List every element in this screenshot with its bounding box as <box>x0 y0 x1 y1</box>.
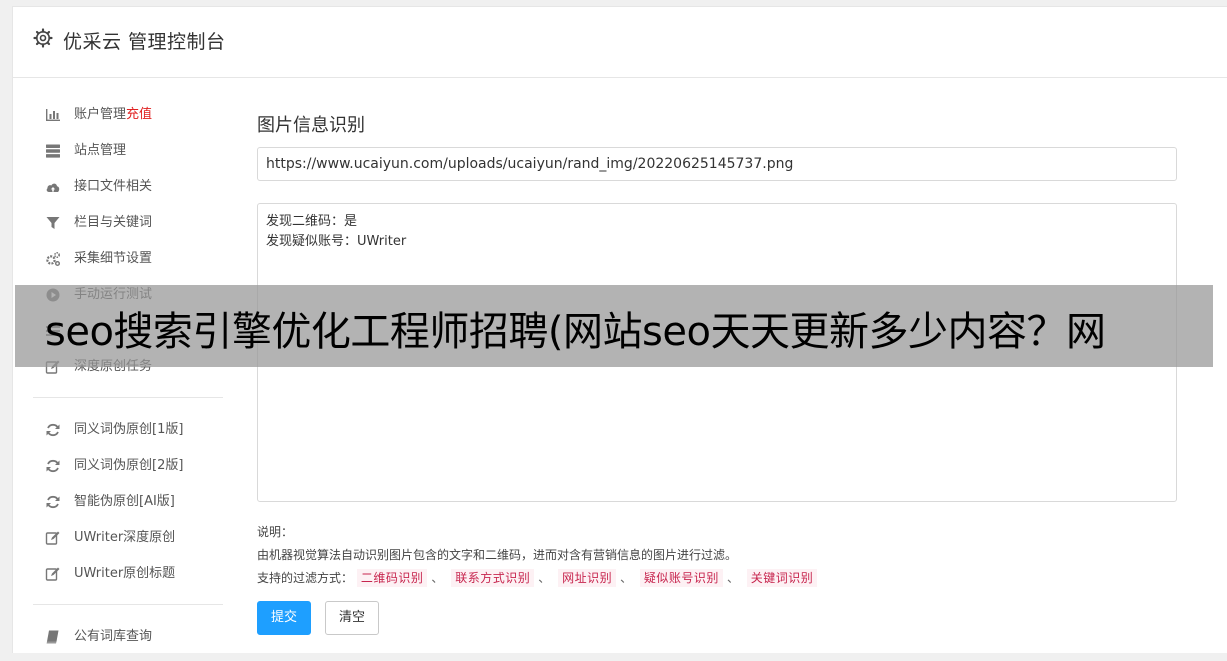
recharge-link[interactable]: 充值 <box>126 103 152 127</box>
sidebar-divider <box>33 604 223 605</box>
refresh-icon <box>45 494 61 510</box>
sidebar-item-label: UWriter原创标题 <box>74 566 176 581</box>
sidebar: 账户管理充值站点管理接口文件相关栏目与关键词采集细节设置手动运行测试深度原创任务… <box>33 103 223 661</box>
filter-tag: 二维码识别 <box>356 569 428 587</box>
result-line: 发现疑似账号：UWriter <box>266 234 407 249</box>
filter-icon <box>45 215 61 231</box>
sidebar-item[interactable]: 栏目与关键词 <box>33 211 223 247</box>
sidebar-item-label: UWriter深度原创 <box>74 530 176 545</box>
result-line: 发现二维码：是 <box>266 214 358 229</box>
gear-icon <box>33 28 53 48</box>
filter-list: 支持的过滤方式： 二维码识别、 联系方式识别、 网址识别、 疑似账号识别、 关键… <box>257 567 818 590</box>
sidebar-item-label: 智能伪原创[AI版] <box>74 494 175 509</box>
sidebar-item-label: 同义词伪原创[1版] <box>74 422 184 437</box>
separator: 、 <box>620 571 633 585</box>
edit-icon <box>45 566 61 582</box>
sidebar-item-label: 站点管理 <box>74 143 127 158</box>
image-url-input[interactable]: https://www.ucaiyun.com/uploads/ucaiyun/… <box>257 147 1177 181</box>
note-desc: 由机器视觉算法自动识别图片包含的文字和二维码，进而对含有营销信息的图片进行过滤。 <box>257 548 738 562</box>
server-icon <box>45 143 61 159</box>
sidebar-item[interactable]: 智能伪原创[AI版] <box>33 490 223 526</box>
edit-icon <box>45 530 61 546</box>
overlay-banner: seo搜索引擎优化工程师招聘(网站seo天天更新多少内容？网 <box>15 285 1213 367</box>
banner-text: seo搜索引擎优化工程师招聘(网站seo天天更新多少内容？网 <box>45 309 1106 355</box>
filter-tag: 网址识别 <box>558 569 617 587</box>
gears-icon <box>45 251 61 267</box>
separator: 、 <box>726 571 739 585</box>
sidebar-item-label: 接口文件相关 <box>74 179 153 194</box>
sidebar-item-label: 公有词库查询 <box>74 629 153 644</box>
description: 说明： 由机器视觉算法自动识别图片包含的文字和二维码，进而对含有营销信息的图片进… <box>257 521 818 590</box>
sidebar-item-label: 账户管理 <box>74 107 127 122</box>
sidebar-item[interactable]: UWriter深度原创 <box>33 526 223 562</box>
page-title: 优采云 管理控制台 <box>63 31 226 53</box>
sidebar-item[interactable]: 采集细节设置 <box>33 247 223 283</box>
submit-button[interactable]: 提交 <box>257 601 311 635</box>
clear-button[interactable]: 清空 <box>325 601 379 635</box>
cloud-upload-icon <box>45 179 61 195</box>
sidebar-item[interactable]: 站点管理 <box>33 139 223 175</box>
sidebar-item[interactable]: 账户管理 充值 <box>33 103 223 139</box>
separator: 、 <box>538 571 551 585</box>
sidebar-item-label: 采集细节设置 <box>74 251 153 266</box>
sidebar-item-label: 栏目与关键词 <box>74 215 153 230</box>
sidebar-item[interactable]: 公有词库查询 <box>33 625 223 661</box>
sidebar-item[interactable]: 同义词伪原创[2版] <box>33 454 223 490</box>
bar-chart-icon <box>45 107 61 123</box>
header: 优采云 管理控制台 <box>13 7 1227 78</box>
sidebar-item[interactable]: 同义词伪原创[1版] <box>33 418 223 454</box>
note-title: 说明： <box>257 525 294 539</box>
separator: 、 <box>431 571 444 585</box>
sidebar-item[interactable]: 接口文件相关 <box>33 175 223 211</box>
filter-tag: 联系方式识别 <box>451 569 535 587</box>
sidebar-divider <box>33 397 223 398</box>
sidebar-item[interactable]: UWriter原创标题 <box>33 562 223 598</box>
filter-tag: 疑似账号识别 <box>639 569 723 587</box>
book-icon <box>45 629 61 645</box>
filters-label: 支持的过滤方式： <box>257 571 354 585</box>
section-title: 图片信息识别 <box>257 115 365 136</box>
filter-tag: 关键词识别 <box>746 569 818 587</box>
refresh-icon <box>45 422 61 438</box>
sidebar-item-label: 同义词伪原创[2版] <box>74 458 184 473</box>
refresh-icon <box>45 458 61 474</box>
